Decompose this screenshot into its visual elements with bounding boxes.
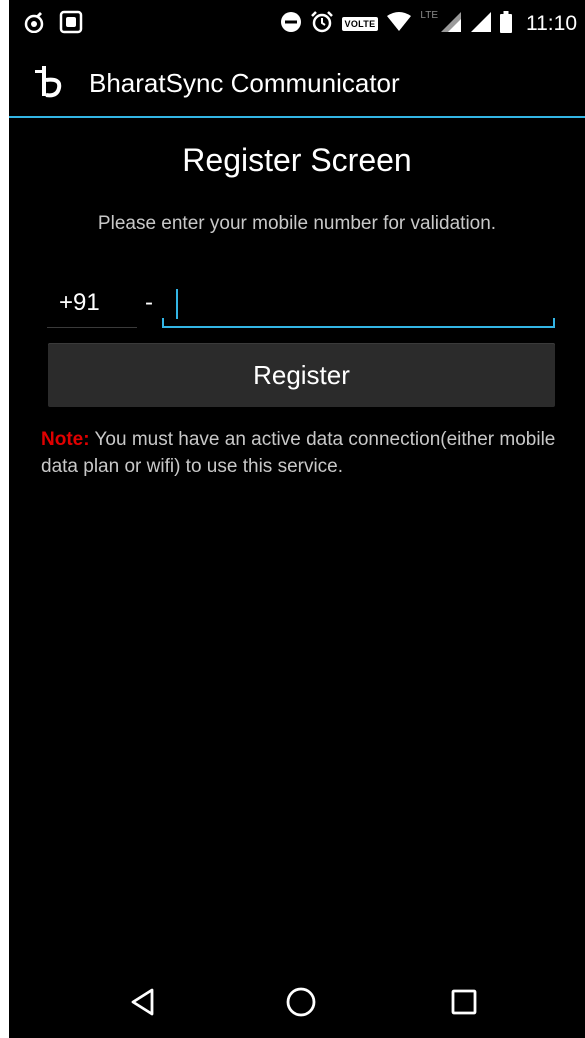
app-bar: BharatSync Communicator bbox=[9, 50, 585, 116]
note-text: You must have an active data connection(… bbox=[41, 429, 556, 477]
register-button[interactable]: Register bbox=[48, 343, 555, 407]
signal-icon bbox=[440, 11, 462, 38]
app-notification-icon bbox=[23, 11, 45, 38]
status-time: 11:10 bbox=[526, 12, 577, 35]
navigation-bar bbox=[9, 960, 585, 1038]
wifi-icon bbox=[386, 11, 412, 38]
status-bar-system: VOLTE LTE 11:10 bbox=[280, 10, 577, 38]
status-bar: VOLTE LTE 11:10 bbox=[9, 0, 585, 50]
recents-icon[interactable] bbox=[442, 980, 486, 1024]
alarm-icon bbox=[310, 10, 334, 39]
instruction-text: Please enter your mobile number for vali… bbox=[97, 213, 497, 234]
code-separator: - bbox=[145, 289, 153, 316]
status-bar-notifications bbox=[23, 10, 83, 39]
page-title: Register Screen bbox=[182, 142, 412, 178]
bharatsync-logo-icon bbox=[35, 66, 65, 98]
mobile-number-input[interactable] bbox=[162, 284, 555, 328]
country-code-field[interactable]: +91 bbox=[47, 284, 137, 328]
lte-label: LTE bbox=[420, 10, 438, 21]
input-corner-right bbox=[553, 318, 555, 328]
home-icon[interactable] bbox=[279, 980, 323, 1024]
battery-icon bbox=[500, 10, 512, 38]
text-cursor bbox=[176, 289, 178, 319]
app-bar-divider bbox=[9, 116, 585, 118]
data-connection-note: Note: You must have an active data conne… bbox=[41, 426, 561, 480]
phone-screen: VOLTE LTE 11:10 BharatSync Communicator … bbox=[9, 0, 585, 1038]
note-label: Note: bbox=[41, 429, 90, 450]
volte-icon: VOLTE bbox=[341, 17, 379, 31]
input-corner-left bbox=[162, 318, 164, 328]
back-icon[interactable] bbox=[121, 980, 165, 1024]
signal-icon-sim2 bbox=[470, 11, 492, 38]
screenshot-icon bbox=[59, 10, 83, 39]
app-title: BharatSync Communicator bbox=[89, 68, 400, 98]
do-not-disturb-icon bbox=[280, 11, 302, 38]
